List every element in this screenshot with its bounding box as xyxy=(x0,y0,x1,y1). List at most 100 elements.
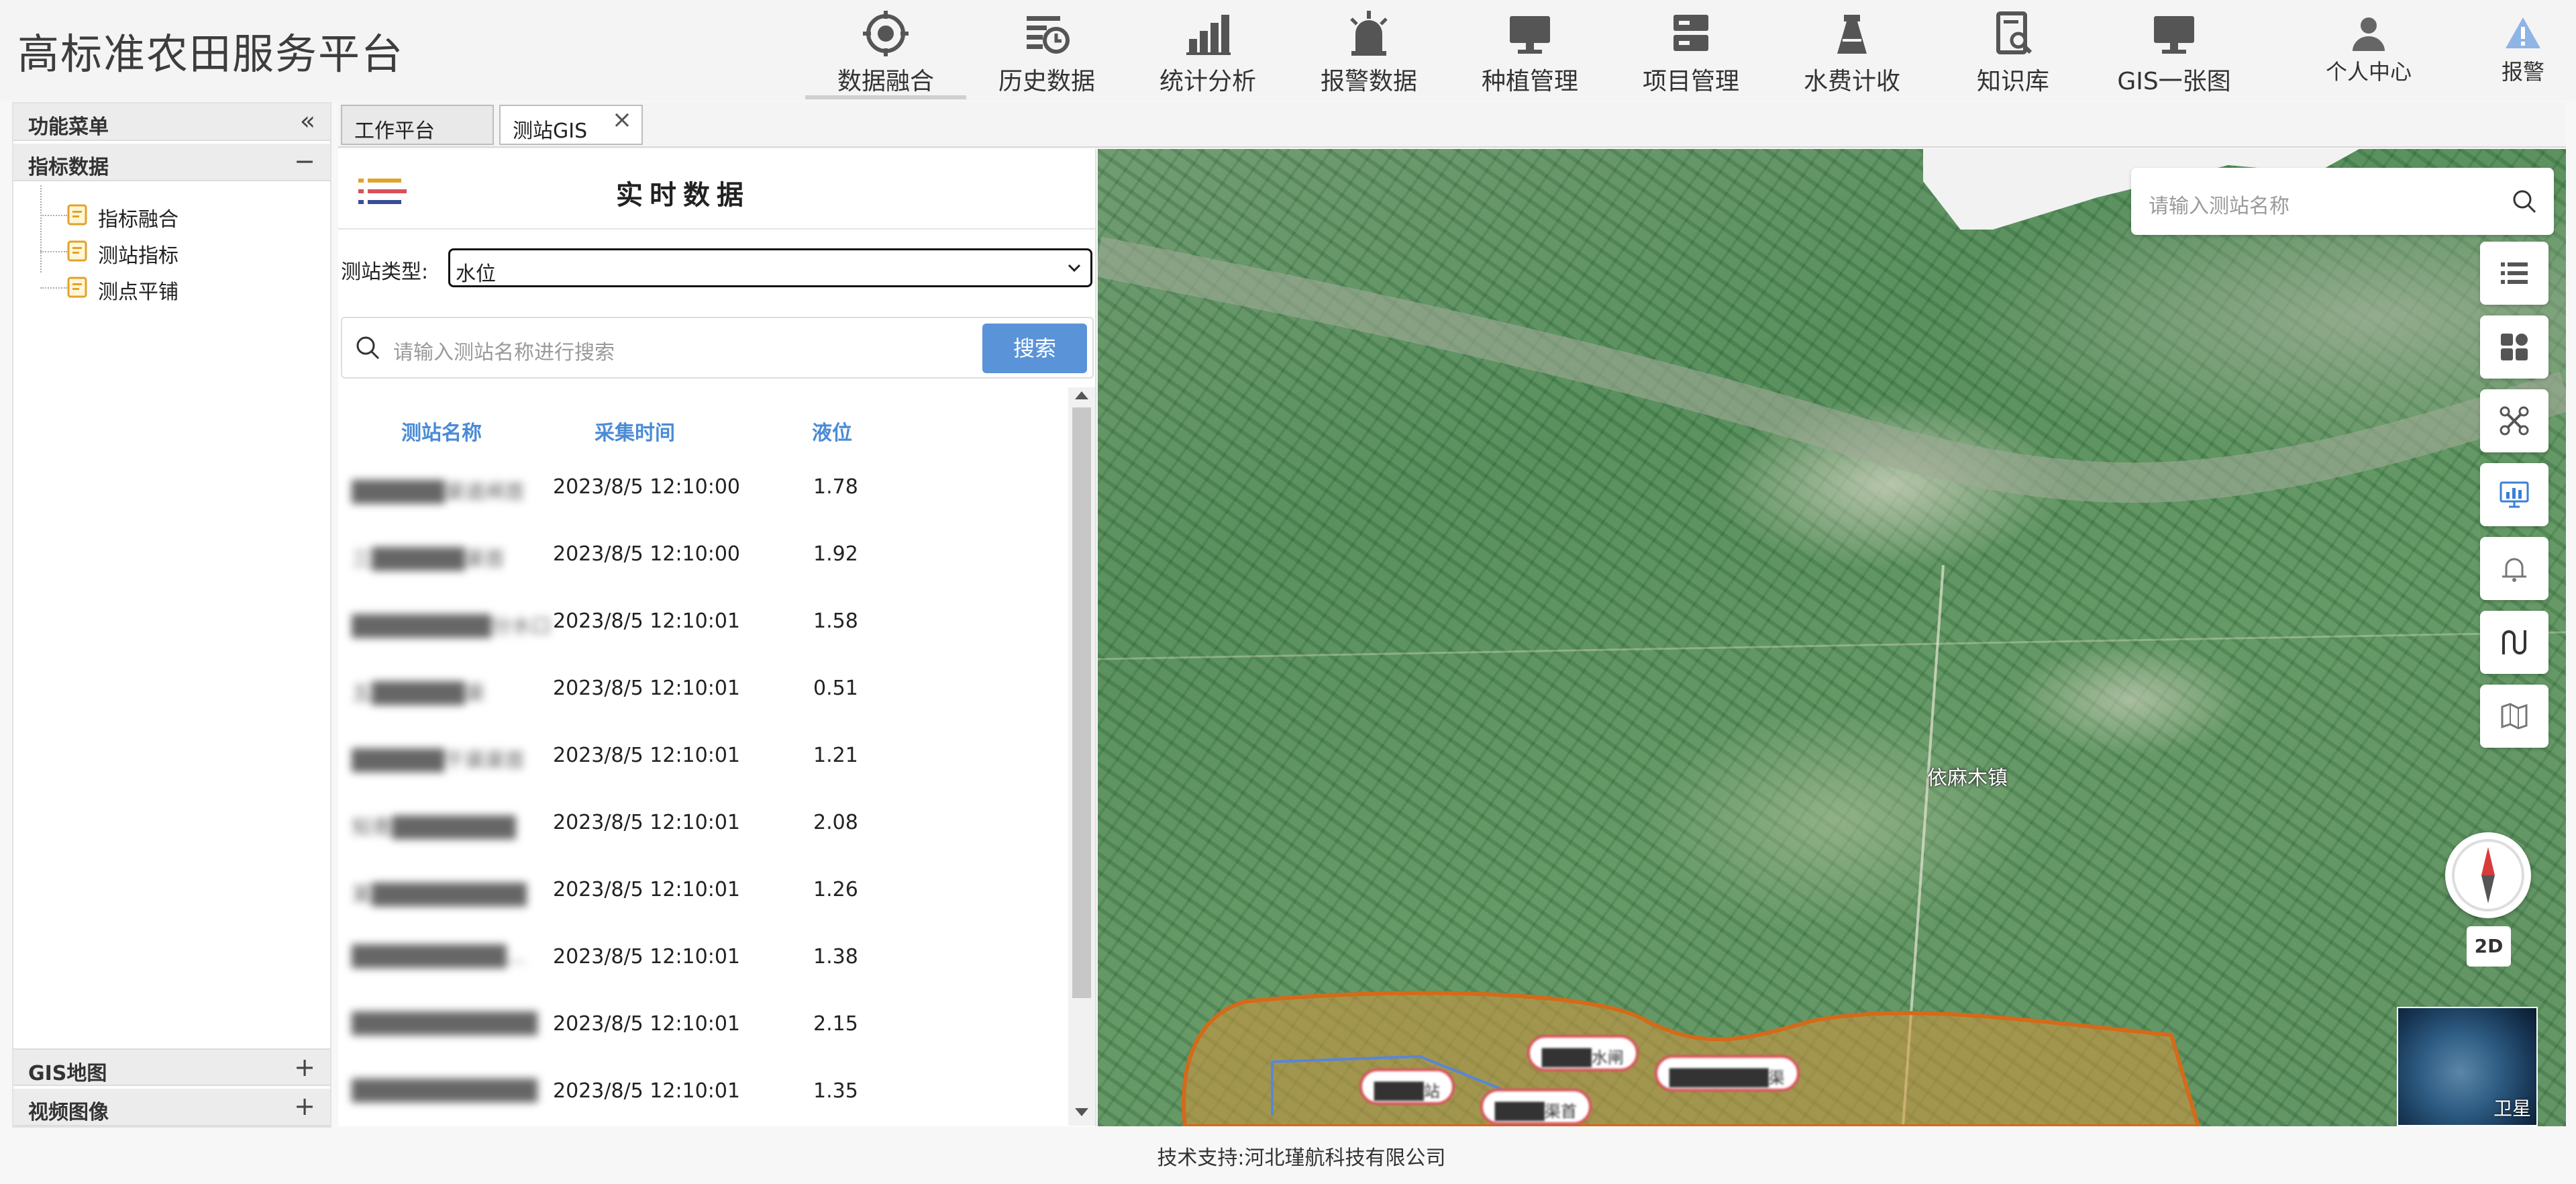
expand-icon[interactable]: + xyxy=(294,1091,315,1121)
search-button[interactable]: 搜索 xyxy=(982,324,1087,373)
cell-name: █████████分水口 xyxy=(352,615,552,638)
dashboard-icon xyxy=(2500,481,2529,508)
drone-button[interactable] xyxy=(2480,389,2548,452)
tab-bar: 工作平台 测站GIS × xyxy=(338,102,2566,148)
search-input[interactable]: 请输入测站名称进行搜索 xyxy=(393,336,615,365)
sidebar: 功能菜单 « 指标数据 − 指标融合 测站指标 测点平铺 GIS地图 + 视频图… xyxy=(12,102,331,1128)
tower-icon xyxy=(1837,15,1867,54)
station-marker[interactable]: ████████渠 xyxy=(1655,1055,1800,1091)
tab-station-gis[interactable]: 测站GIS × xyxy=(499,105,643,145)
nav-project[interactable]: 项目管理 xyxy=(1610,0,1771,101)
cell-level: 1.21 xyxy=(813,744,858,767)
cell-level: 1.58 xyxy=(813,609,858,633)
nav-water-fee[interactable]: 水费计收 xyxy=(1771,0,1933,101)
nav-gis[interactable]: GIS一张图 xyxy=(2094,0,2255,101)
table-row[interactable]: 知青████████ 2023/8/5 12:10:01 2.08 xyxy=(338,791,1070,858)
table-row[interactable]: 三██████渠首 2023/8/5 12:10:00 1.92 xyxy=(338,522,1070,589)
station-marker[interactable]: ████站 xyxy=(1359,1069,1455,1105)
section-indicator-data[interactable]: 指标数据 − xyxy=(13,144,330,181)
tab-label: 工作平台 xyxy=(354,119,435,143)
expand-icon[interactable]: + xyxy=(294,1052,315,1082)
nav-label: 水费计收 xyxy=(1803,68,1900,95)
dashboard-button[interactable] xyxy=(2480,463,2548,526)
satellite-layer-toggle[interactable]: 卫星 xyxy=(2397,1007,2538,1126)
layer-list-button[interactable] xyxy=(2480,242,2548,305)
widgets-icon xyxy=(2501,334,2528,360)
table-row[interactable]: ████████████ 2023/8/5 12:10:01 1.35 xyxy=(338,1059,1070,1126)
cell-name: 知青████████ xyxy=(352,816,516,840)
station-marker[interactable]: ████水闸 xyxy=(1527,1035,1639,1071)
route-button[interactable] xyxy=(2480,611,2548,674)
map-base-button[interactable] xyxy=(2480,685,2548,748)
tree-connector xyxy=(40,185,42,273)
section-gis-map[interactable]: GIS地图 + xyxy=(13,1048,330,1086)
scroll-up-arrow[interactable] xyxy=(1075,391,1088,399)
nav-alarm-data[interactable]: 报警数据 xyxy=(1288,0,1449,101)
layers-list-icon xyxy=(2501,262,2528,284)
close-icon[interactable]: × xyxy=(612,106,632,134)
nav-label: 项目管理 xyxy=(1642,68,1739,95)
section-video[interactable]: 视频图像 + xyxy=(13,1089,330,1126)
user-icon xyxy=(2353,17,2385,51)
station-type-select[interactable]: 水位 xyxy=(448,248,1092,287)
table-row[interactable]: 某██████████ 2023/8/5 12:10:01 1.26 xyxy=(338,858,1070,925)
town-label: 依麻木镇 xyxy=(1927,767,2008,790)
bell-icon xyxy=(2502,558,2526,582)
nav-label: 种植管理 xyxy=(1481,68,1578,95)
compass-button[interactable] xyxy=(2445,832,2531,918)
nav-knowledge[interactable]: 知识库 xyxy=(1933,0,2094,101)
view-2d-button[interactable]: 2D xyxy=(2467,926,2511,967)
table-row[interactable]: █████████分水口 2023/8/5 12:10:01 1.58 xyxy=(338,589,1070,656)
user-center-label: 个人中心 xyxy=(2325,59,2412,85)
collapse-toggle-icon[interactable]: − xyxy=(294,146,315,176)
user-center[interactable]: 个人中心 xyxy=(2308,0,2429,101)
gis-map[interactable]: 依麻木镇 ████水闸 ████████渠 ████站 ████渠首 请输入测站… xyxy=(1098,149,2566,1126)
sidebar-header: 功能菜单 « xyxy=(13,103,330,141)
section-title: GIS地图 xyxy=(28,1062,107,1085)
tree-connector xyxy=(40,251,67,252)
cell-time: 2023/8/5 12:10:01 xyxy=(553,945,741,969)
nav-data-fusion[interactable]: 数据融合 xyxy=(805,0,966,101)
scroll-down-arrow[interactable] xyxy=(1075,1108,1088,1116)
monitor-icon xyxy=(1510,16,1550,54)
alarm-button[interactable]: 报警 xyxy=(2483,0,2563,101)
search-icon[interactable] xyxy=(2511,188,2538,215)
cell-time: 2023/8/5 12:10:01 xyxy=(553,1012,741,1036)
nav-planting[interactable]: 种植管理 xyxy=(1449,0,1610,101)
panel-title: 实时数据 xyxy=(616,180,750,211)
cell-level: 2.15 xyxy=(813,1012,858,1036)
cell-name: ██████████... xyxy=(352,945,526,969)
nav-statistics[interactable]: 统计分析 xyxy=(1127,0,1288,101)
collapse-icon[interactable]: « xyxy=(300,106,315,136)
sidebar-title: 功能菜单 xyxy=(28,115,109,139)
route-icon xyxy=(2502,630,2526,654)
footer: 技术支持:河北瑾航科技有限公司 xyxy=(0,1134,2576,1184)
column-header-level[interactable]: 液位 xyxy=(812,416,852,446)
scrollbar[interactable] xyxy=(1068,387,1095,1126)
cell-level: 1.38 xyxy=(813,945,858,969)
tab-workbench[interactable]: 工作平台 xyxy=(341,105,494,145)
cell-time: 2023/8/5 12:10:00 xyxy=(553,475,741,499)
widgets-button[interactable] xyxy=(2480,315,2548,379)
column-header-time[interactable]: 采集时间 xyxy=(595,416,675,446)
tab-label: 测站GIS xyxy=(513,119,588,143)
sidebar-item-label: 指标融合 xyxy=(98,208,178,232)
nav-label: 统计分析 xyxy=(1159,68,1256,95)
notification-button[interactable] xyxy=(2480,537,2548,600)
scroll-thumb[interactable] xyxy=(1072,407,1091,998)
panel-header: 实时数据 xyxy=(338,149,1095,230)
cell-level: 1.35 xyxy=(813,1079,858,1103)
nav-history-data[interactable]: 历史数据 xyxy=(966,0,1127,101)
map-search-input[interactable]: 请输入测站名称 xyxy=(2149,189,2289,219)
table-row[interactable]: ██████渠道闸首 2023/8/5 12:10:00 1.78 xyxy=(338,455,1070,522)
cell-time: 2023/8/5 12:10:01 xyxy=(553,878,741,901)
nav-label: 数据融合 xyxy=(837,68,934,95)
table-row[interactable]: 五██████渠 2023/8/5 12:10:01 0.51 xyxy=(338,656,1070,724)
cell-level: 1.26 xyxy=(813,878,858,901)
table-row[interactable]: ████████████ 2023/8/5 12:10:01 2.15 xyxy=(338,992,1070,1059)
table-row[interactable]: ██████干渠渠首 2023/8/5 12:10:01 1.21 xyxy=(338,724,1070,791)
column-header-name[interactable]: 测站名称 xyxy=(401,416,482,446)
table-row[interactable]: ██████████... 2023/8/5 12:10:01 1.38 xyxy=(338,925,1070,992)
history-list-icon xyxy=(1027,16,1070,54)
station-marker[interactable]: ████渠首 xyxy=(1480,1089,1592,1125)
